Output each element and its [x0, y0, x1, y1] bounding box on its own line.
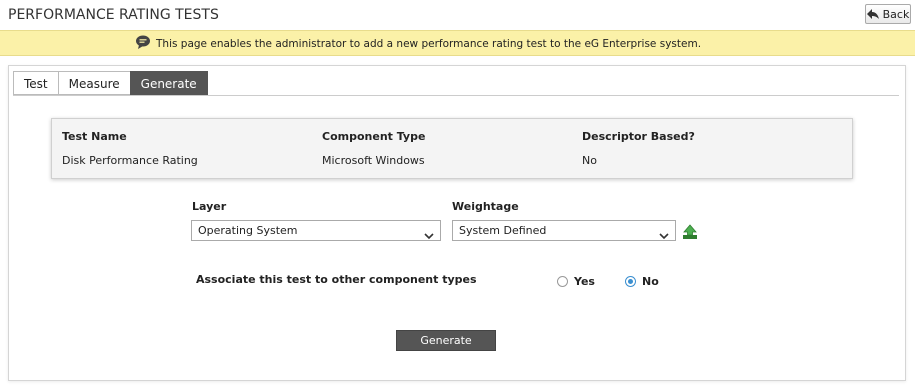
generate-button[interactable]: Generate: [396, 330, 496, 351]
associate-no-label: No: [642, 275, 659, 288]
tab-test[interactable]: Test: [13, 71, 58, 95]
tab-divider: [13, 95, 899, 96]
page-header: PERFORMANCE RATING TESTS Back: [0, 0, 915, 30]
layer-select-value: Operating System: [198, 224, 298, 237]
tab-measure[interactable]: Measure: [57, 71, 130, 95]
component-type-value: Microsoft Windows: [322, 154, 425, 167]
speech-bubble-icon: [135, 34, 151, 53]
associate-yes-option[interactable]: Yes: [557, 275, 595, 288]
tab-generate[interactable]: Generate: [129, 71, 208, 95]
chevron-down-icon: [659, 227, 669, 246]
back-label: Back: [882, 7, 910, 21]
tab-bar: Test Measure Generate: [13, 71, 208, 95]
test-name-header: Test Name: [62, 130, 127, 143]
descriptor-value: No: [582, 154, 597, 167]
descriptor-header: Descriptor Based?: [582, 130, 695, 143]
main-panel: Test Measure Generate Test Name Componen…: [8, 65, 906, 381]
page-title: PERFORMANCE RATING TESTS: [8, 7, 219, 23]
associate-yes-radio[interactable]: [557, 276, 568, 287]
associate-no-radio[interactable]: [625, 276, 636, 287]
layer-label: Layer: [192, 200, 227, 213]
component-type-header: Component Type: [322, 130, 426, 143]
upload-icon[interactable]: [682, 224, 698, 244]
test-summary-box: Test Name Component Type Descriptor Base…: [51, 118, 853, 179]
back-arrow-icon: [866, 9, 879, 19]
weightage-select-value: System Defined: [459, 224, 547, 237]
weightage-label: Weightage: [452, 200, 519, 213]
associate-yes-label: Yes: [574, 275, 595, 288]
chevron-down-icon: [424, 227, 434, 246]
associate-no-option[interactable]: No: [625, 275, 659, 288]
back-button[interactable]: Back: [865, 4, 911, 24]
layer-select[interactable]: Operating System: [191, 220, 441, 241]
associate-label: Associate this test to other component t…: [196, 273, 477, 286]
info-bar: This page enables the administrator to a…: [0, 30, 915, 56]
weightage-select[interactable]: System Defined: [452, 220, 676, 241]
info-message: This page enables the administrator to a…: [156, 38, 702, 50]
test-name-value: Disk Performance Rating: [62, 154, 198, 167]
